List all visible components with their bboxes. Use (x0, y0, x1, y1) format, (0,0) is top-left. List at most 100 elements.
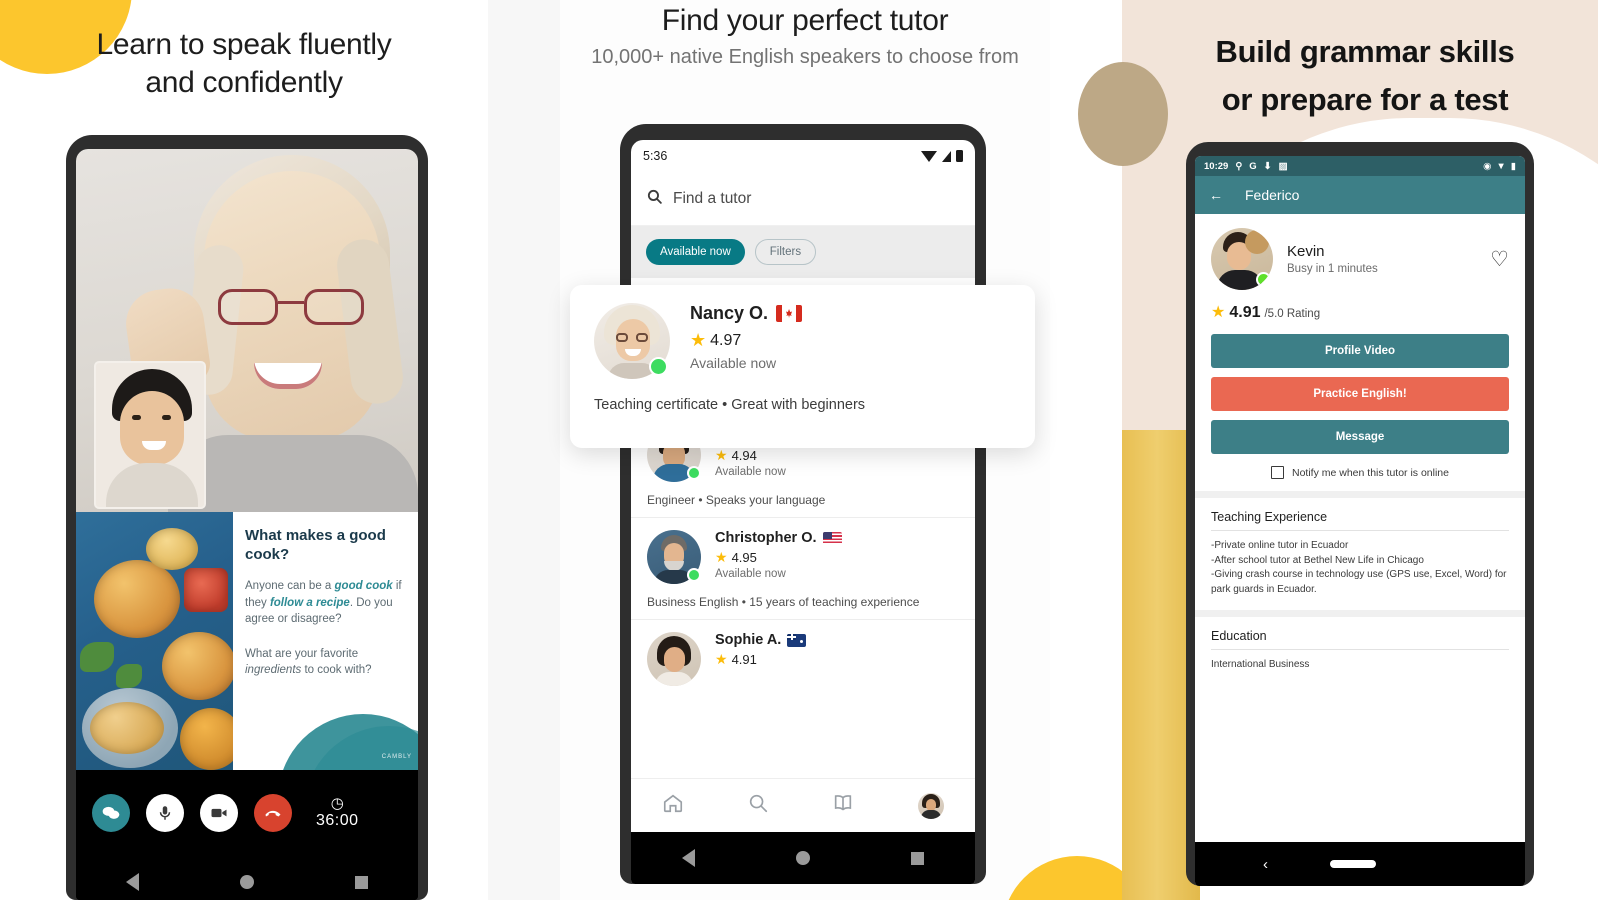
rating-suffix: /5.0 Rating (1264, 308, 1321, 320)
tutor-name: Christopher O. (715, 530, 842, 546)
practice-english-button[interactable]: Practice English! (1211, 377, 1509, 411)
headline-right: Build grammar skills or prepare for a te… (1215, 34, 1515, 117)
profile-video-button[interactable]: Profile Video (1211, 334, 1509, 368)
tutor-rating: ★ 4.97 (690, 330, 742, 350)
call-controls-bar: ◷ 36:00 (76, 770, 418, 856)
profile-avatar-icon[interactable] (917, 792, 944, 819)
lesson-paragraph-2: What are your favorite ingredients to co… (245, 647, 372, 677)
avatar (647, 632, 701, 686)
chip-available-now[interactable]: Available now (646, 239, 745, 265)
video-camera-icon[interactable] (200, 794, 238, 832)
lessons-book-icon[interactable] (831, 792, 855, 819)
star-icon: ★ (715, 651, 728, 667)
panel-divider-1 (488, 0, 560, 900)
recents-square-icon[interactable] (911, 851, 925, 865)
bottom-tabbar (631, 778, 975, 832)
search-icon[interactable] (747, 792, 769, 819)
self-view-thumbnail[interactable] (94, 361, 206, 509)
microphone-icon[interactable] (146, 794, 184, 832)
wifi-icon: ▼ (1496, 160, 1506, 172)
info-icon: ◉ (1483, 160, 1492, 172)
heart-icon[interactable]: ♡ (1490, 247, 1509, 272)
home-icon[interactable] (662, 792, 684, 819)
avatar (647, 530, 701, 584)
filter-chip-row: Available now Filters (631, 226, 975, 278)
phone-screen-left: What makes a good cook? Anyone can be a … (76, 149, 418, 900)
chip-filters[interactable]: Filters (754, 239, 817, 265)
call-timer-value: 36:00 (316, 812, 359, 829)
call-timer: ◷ 36:00 (316, 796, 359, 830)
video-call-main (76, 149, 418, 512)
tutor-description: Teaching certificate • Great with beginn… (594, 397, 866, 413)
checkbox-icon[interactable] (1271, 466, 1284, 479)
back-chevron-icon[interactable]: ‹ (1263, 856, 1268, 873)
panel-left: Learn to speak fluently and confidently (0, 0, 488, 900)
section-body: International Business (1211, 659, 1310, 670)
action-buttons: Profile Video Practice English! Message (1195, 334, 1525, 454)
tutor-rating: ★ 4.95 (715, 549, 757, 565)
clock-icon: ◷ (330, 795, 344, 812)
tutor-availability: Available now (715, 466, 786, 478)
online-indicator (687, 568, 701, 582)
phone-mockup-right: 10:29 ⚲ G ⬇ ▨ ◉ ▼ ▮ ← Federico Kevin Bus… (1186, 142, 1534, 886)
tutor-availability: Available now (715, 568, 786, 580)
section-title: Teaching Experience (1211, 510, 1509, 531)
tutor-status: Busy in 1 minutes (1287, 263, 1378, 275)
search-input-placeholder[interactable]: Find a tutor (673, 190, 751, 208)
tutor-name: Kevin (1287, 243, 1325, 260)
back-triangle-icon[interactable] (126, 873, 140, 891)
lesson-title: What makes a good cook? (245, 527, 386, 563)
google-icon: G (1249, 160, 1257, 172)
battery-icon (956, 150, 963, 162)
brand-watermark: CAMBLY (381, 754, 412, 760)
flag-au-icon (787, 633, 807, 647)
tutor-list-item-christopher[interactable]: Christopher O. ★ 4.95 Available now Busi… (631, 518, 975, 620)
home-circle-icon[interactable] (795, 851, 810, 865)
tutor-name: Nancy O. (690, 303, 803, 324)
end-call-icon[interactable] (254, 794, 292, 832)
rating-value: 4.91 (1229, 304, 1261, 321)
lesson-paragraph-1: Anyone can be a good cook if they follow… (245, 580, 402, 625)
home-circle-icon[interactable] (239, 875, 254, 889)
phone-mockup-middle: 5:36 Find a tutor Available now Filters (620, 124, 986, 884)
chat-bubbles-icon[interactable] (92, 794, 130, 832)
search-bar[interactable]: Find a tutor (631, 172, 975, 226)
tutor-description: Business English • 15 years of teaching … (647, 595, 920, 609)
app-bar-title: Federico (1245, 187, 1300, 203)
featured-tutor-card[interactable]: Nancy O. ★ 4.97 Available now Teaching c… (570, 285, 1035, 448)
lesson-photo (76, 512, 233, 770)
tutor-list-item-sophie[interactable]: Sophie A. ★ 4.91 (631, 620, 975, 696)
section-divider (1195, 610, 1525, 617)
section-divider (1195, 491, 1525, 498)
tutor-name: Sophie A. (715, 632, 807, 648)
status-bar-right: 10:29 ⚲ G ⬇ ▨ ◉ ▼ ▮ (1195, 156, 1525, 176)
android-navbar-left (76, 856, 418, 900)
screenshot-root: Learn to speak fluently and confidently (0, 0, 1598, 900)
home-pill-icon[interactable] (1330, 860, 1376, 868)
flag-ca-icon (776, 305, 803, 322)
back-arrow-icon[interactable]: ← (1209, 187, 1223, 203)
bulb-icon: ⚲ (1235, 160, 1243, 172)
tutor-glasses (216, 289, 366, 325)
message-button[interactable]: Message (1211, 420, 1509, 454)
lesson-text: What makes a good cook? Anyone can be a … (233, 512, 418, 770)
flag-us-icon (822, 531, 842, 545)
star-icon: ★ (690, 330, 707, 350)
download-icon: ⬇ (1263, 160, 1272, 172)
subheadline-middle: 10,000+ native English speakers to choos… (591, 46, 1019, 68)
section-title: Education (1211, 629, 1509, 650)
recents-square-icon[interactable] (354, 875, 368, 889)
star-icon: ★ (1211, 304, 1226, 321)
headline-left: Learn to speak fluently and confidently (96, 28, 392, 99)
star-icon: ★ (715, 447, 728, 463)
back-triangle-icon[interactable] (681, 849, 695, 867)
tutor-rating: ★ 4.94 (715, 447, 757, 463)
star-icon: ★ (715, 549, 728, 565)
notify-row[interactable]: Notify me when this tutor is online (1195, 463, 1525, 491)
tutor-rating-row: ★ 4.91 /5.0 Rating (1195, 296, 1525, 334)
phone-screen-middle: 5:36 Find a tutor Available now Filters (631, 140, 975, 884)
battery-icon: ▮ (1510, 160, 1516, 172)
online-indicator (687, 466, 701, 480)
tutor-rating: ★ 4.91 (715, 651, 757, 667)
wifi-icon (921, 150, 937, 162)
